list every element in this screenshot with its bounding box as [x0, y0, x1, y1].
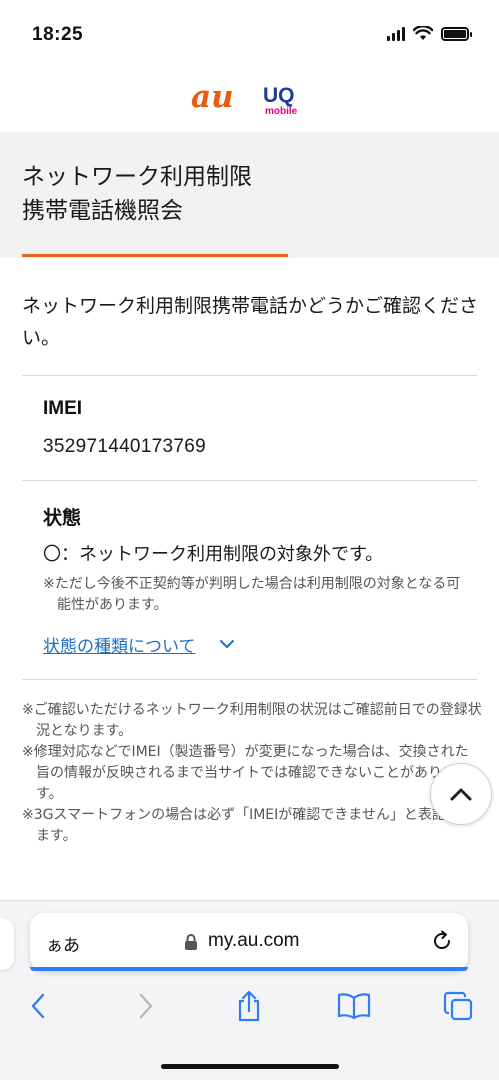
status-value: 〇：ネットワーク利用制限の対象外です。: [43, 544, 384, 565]
status-bar: 18:25: [0, 0, 499, 72]
status-icons: [387, 26, 472, 41]
intro-text: ネットワーク利用制限携帯電話かどうかご確認ください。: [22, 295, 479, 349]
forward-button[interactable]: [126, 988, 166, 1024]
back-button[interactable]: [18, 988, 58, 1024]
title-underline: [22, 254, 288, 257]
wifi-icon: [413, 26, 433, 40]
book-icon: [337, 993, 371, 1019]
status-label: 状態: [43, 508, 82, 529]
tabs-icon: [443, 991, 473, 1021]
note-item: ※修理対応などでIMEI（製造番号）が変更になった場合は、交換された旨の情報が反…: [22, 744, 469, 802]
bookmarks-button[interactable]: [334, 988, 374, 1024]
au-logo: au: [191, 80, 234, 112]
imei-value: 352971440173769: [43, 436, 207, 457]
chevron-left-icon: [31, 993, 45, 1019]
share-button[interactable]: [229, 988, 269, 1024]
divider: [22, 480, 477, 481]
page-title-block: ネットワーク利用制限 携帯電話機照会: [0, 132, 499, 258]
divider: [22, 679, 477, 680]
page-title-line2: 携帯電話機照会: [22, 198, 183, 224]
imei-label: IMEI: [43, 398, 83, 419]
notes-list: ※ご確認いただけるネットワーク利用制限の状況はご確認前日での登録状況となります。…: [22, 700, 482, 847]
share-icon: [238, 990, 260, 1022]
svg-text:UQ: UQ: [263, 84, 295, 107]
chevron-down-icon[interactable]: [218, 633, 236, 655]
home-indicator[interactable]: [161, 1064, 339, 1069]
svg-text:au: au: [191, 80, 234, 112]
address-bar[interactable]: ぁあ my.au.com: [30, 913, 468, 971]
reload-icon[interactable]: [430, 929, 454, 953]
page-title-line1: ネットワーク利用制限: [22, 164, 252, 190]
scroll-to-top-button[interactable]: [430, 763, 492, 825]
cellular-signal-icon: [387, 26, 405, 41]
note-item: ※ご確認いただけるネットワーク利用制限の状況はご確認前日での登録状況となります。: [22, 702, 482, 739]
status-note: ※ただし今後不正契約等が判明した場合は利用制限の対象となる可能性があります。: [43, 576, 461, 613]
uq-mobile-logo: UQ mobile: [263, 84, 298, 116]
page-load-progress: [30, 967, 468, 971]
chevron-up-icon: [450, 788, 472, 801]
logo-bar: [0, 72, 499, 132]
lock-icon: [185, 934, 197, 950]
divider: [22, 375, 477, 376]
battery-icon: [441, 26, 472, 41]
note-item: ※3Gスマートフォンの場合は必ず「IMEIが確認できません」と表記されます。: [22, 807, 474, 844]
status-types-link[interactable]: 状態の種類について: [43, 632, 196, 657]
previous-tab-peek[interactable]: [0, 918, 14, 970]
reader-settings-button[interactable]: ぁあ: [46, 931, 80, 956]
svg-text:mobile: mobile: [265, 106, 298, 116]
status-time: 18:25: [32, 24, 84, 45]
page-title: ネットワーク利用制限 携帯電話機照会: [22, 160, 252, 228]
chevron-right-icon: [139, 993, 153, 1019]
url-text[interactable]: my.au.com: [208, 930, 300, 952]
tabs-button[interactable]: [438, 988, 478, 1024]
